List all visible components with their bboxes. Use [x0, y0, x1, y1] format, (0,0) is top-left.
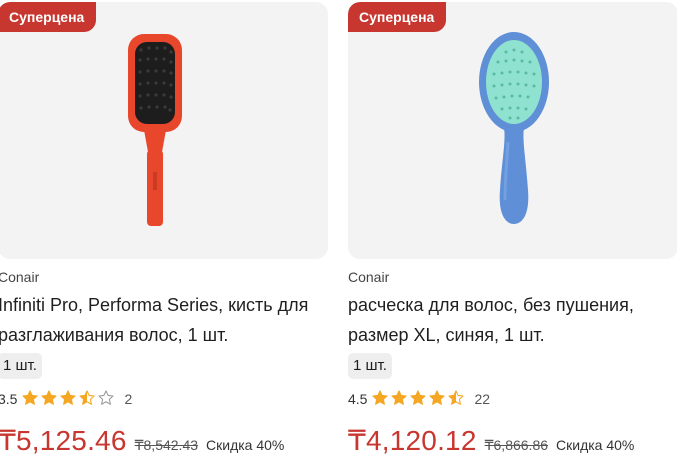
paddle-hairbrush-icon	[128, 34, 182, 226]
star-full-icon	[390, 389, 409, 410]
star-full-icon	[59, 389, 78, 410]
rating-row: 4.5 22	[348, 389, 490, 409]
product-image[interactable]: Суперцена	[0, 2, 328, 259]
price-row: ₸5,125.46 ₸8,542.43 Скидка 40%	[0, 424, 284, 457]
rating-value: 4.5	[348, 391, 368, 407]
product-title[interactable]: расческа для волос, без пушения, размер …	[348, 290, 668, 350]
current-price: ₸4,120.12	[348, 425, 477, 456]
rating-row: 3.5 2	[0, 389, 132, 409]
star-full-icon	[409, 389, 428, 410]
review-count[interactable]: 22	[474, 391, 490, 407]
star-rating	[21, 389, 116, 410]
review-count[interactable]: 2	[124, 391, 132, 407]
old-price: ₸6,866.86	[484, 437, 549, 453]
star-rating	[371, 389, 466, 410]
product-title[interactable]: Infiniti Pro, Performa Series, кисть для…	[0, 290, 318, 350]
star-half-icon	[78, 389, 97, 410]
superprice-badge: Суперцена	[0, 2, 97, 32]
star-empty-icon	[97, 389, 116, 410]
price-row: ₸4,120.12 ₸6,866.86 Скидка 40%	[348, 424, 634, 457]
star-full-icon	[371, 389, 390, 410]
star-half-icon	[447, 389, 466, 410]
old-price: ₸8,542.43	[134, 437, 199, 453]
product-brand: Conair	[348, 269, 390, 285]
product-card[interactable]: Суперцена Conair Infiniti Pro, Performa …	[0, 0, 328, 468]
star-full-icon	[428, 389, 447, 410]
product-card[interactable]: Суперцена Conair расческа для волос, без…	[348, 0, 677, 468]
superprice-badge: Суперцена	[348, 2, 447, 32]
quantity-label: 1 шт.	[348, 353, 392, 379]
current-price: ₸5,125.46	[0, 425, 127, 456]
star-full-icon	[40, 389, 59, 410]
product-brand: Conair	[0, 269, 40, 285]
product-grid: Суперцена Conair Infiniti Pro, Performa …	[0, 0, 677, 468]
rating-value: 3.5	[0, 391, 18, 407]
product-image[interactable]: Суперцена	[348, 2, 677, 259]
discount-label: Скидка 40%	[206, 437, 285, 453]
detangling-hairbrush-icon	[479, 32, 549, 224]
discount-label: Скидка 40%	[556, 437, 635, 453]
star-full-icon	[21, 389, 40, 410]
quantity-label: 1 шт.	[0, 353, 42, 379]
